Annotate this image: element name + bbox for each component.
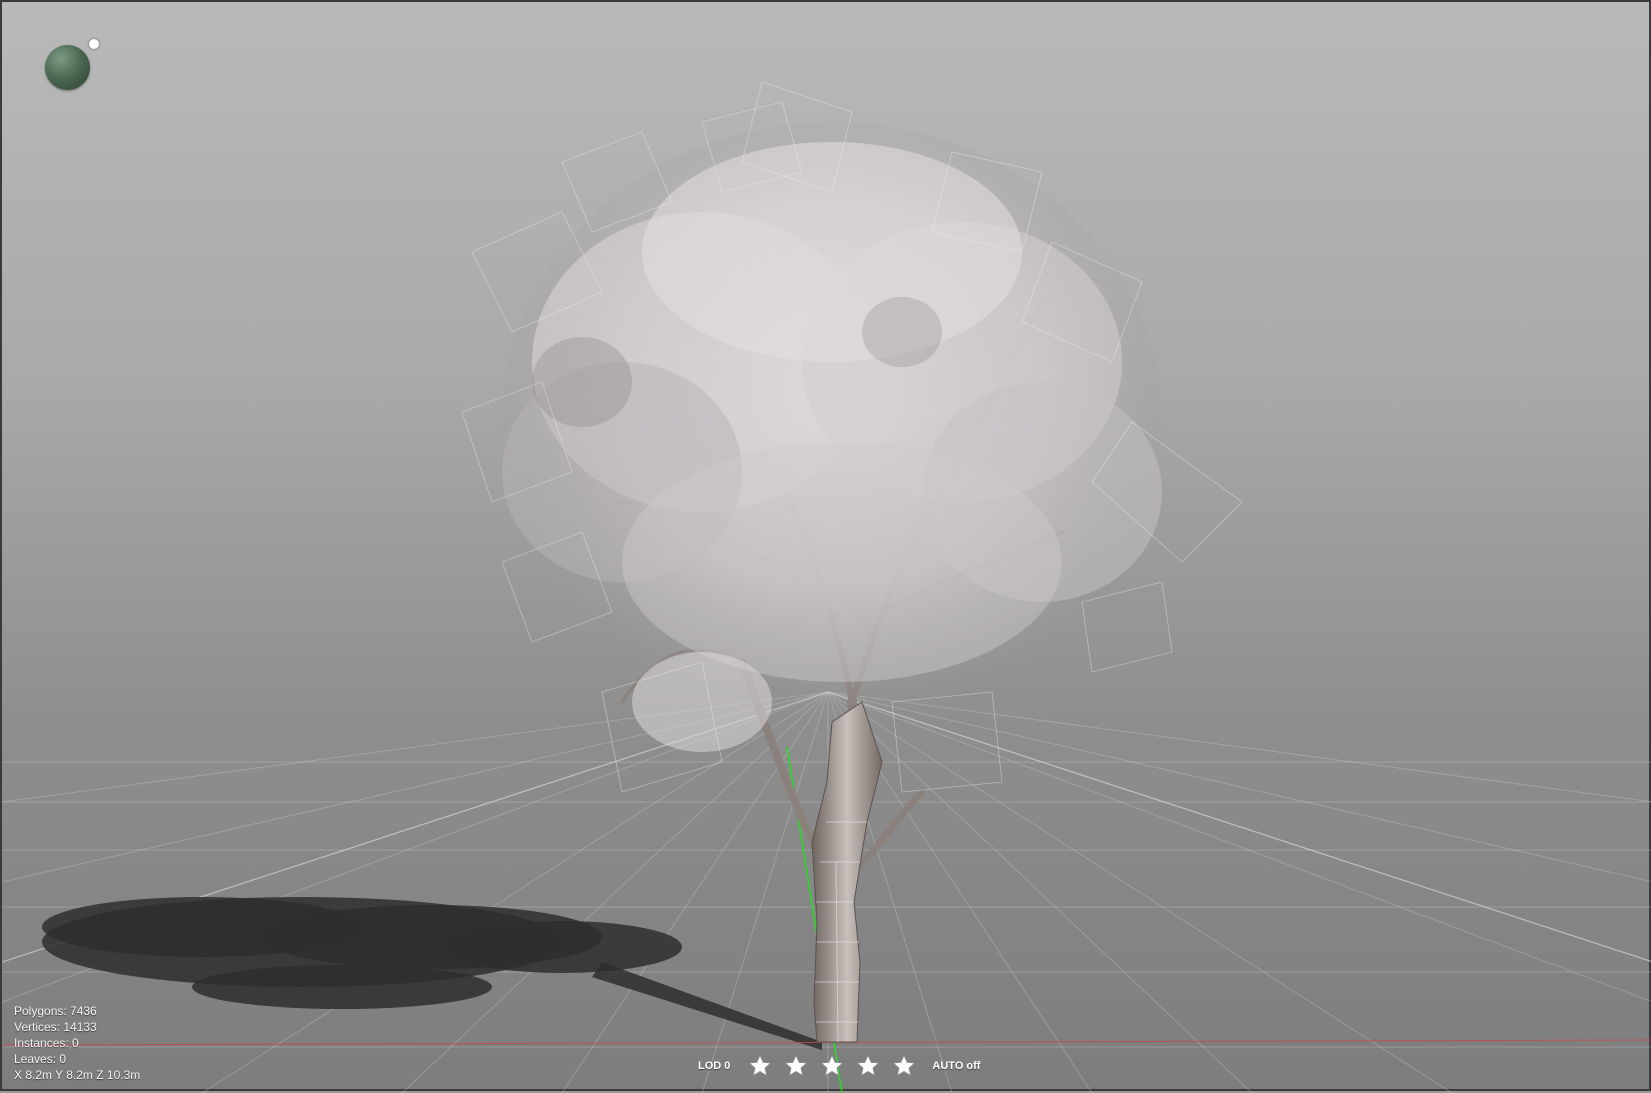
lod-star-2-icon[interactable] [782,1052,810,1080]
light-direction-sphere[interactable] [45,45,90,90]
3d-viewport[interactable]: Polygons: 7436 Vertices: 14133 Instances… [0,0,1651,1093]
lod-star-4-icon[interactable] [854,1052,882,1080]
lod-star-1-icon[interactable] [746,1052,774,1080]
tree-trunk [811,701,883,1043]
stat-instances: Instances: 0 [14,1036,79,1050]
stat-vertices: Vertices: 14133 [14,1020,97,1034]
tree-canopy [502,122,1162,752]
stat-leaves: Leaves: 0 [14,1052,67,1066]
lod-label[interactable]: LOD 0 [698,1060,730,1072]
stat-dimensions: X 8.2m Y 8.2m Z 10.3m [14,1068,141,1082]
lod-star-3-icon[interactable] [818,1052,846,1080]
scene-canvas[interactable] [2,2,1651,1093]
lod-toolbar: LOD 0 AUTO off [698,1052,980,1080]
light-handle-icon[interactable] [89,39,99,49]
tree-shadow [42,897,822,1050]
auto-lod-toggle[interactable]: AUTO off [932,1060,980,1072]
lod-star-5-icon[interactable] [890,1052,918,1080]
stat-polygons: Polygons: 7436 [14,1004,97,1018]
stats-overlay: Polygons: 7436 Vertices: 14133 Instances… [14,1003,140,1083]
